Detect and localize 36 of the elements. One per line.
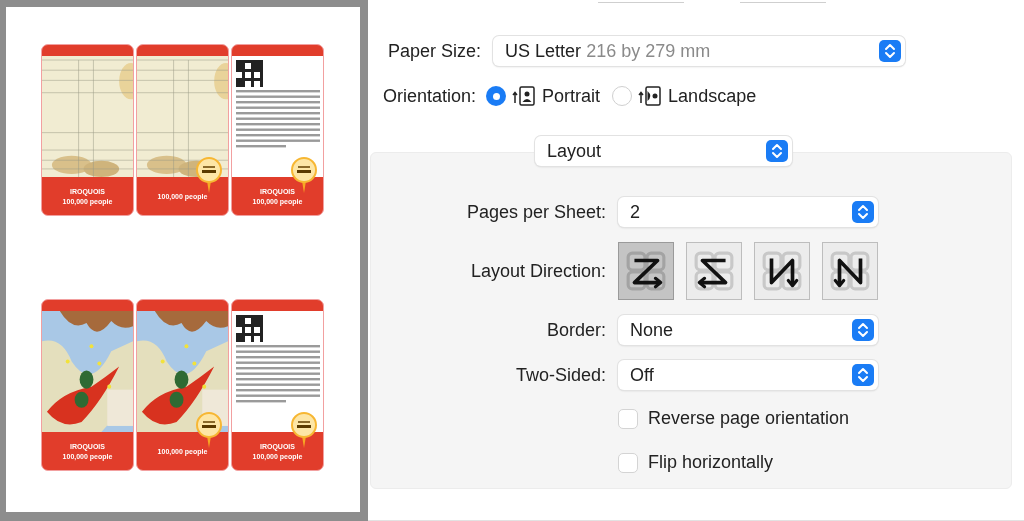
stepper-icon (852, 319, 874, 341)
paper-size-detail: 216 by 279 mm (586, 40, 711, 61)
checkbox[interactable] (618, 452, 638, 473)
layout-direction-icon (625, 250, 667, 292)
border-select[interactable]: None (618, 315, 878, 345)
stepper-icon (852, 201, 874, 223)
layout-direction-button[interactable] (754, 242, 810, 300)
stepper-icon (852, 364, 874, 386)
checkbox[interactable] (618, 408, 638, 429)
two-sided-label: Two-Sided: (514, 363, 606, 387)
radio-button[interactable] (612, 86, 633, 106)
orientation-label: Orientation: (383, 84, 477, 108)
paper-size-label: Paper Size: (388, 39, 482, 63)
portrait-icon (512, 85, 537, 107)
border-label: Border: (545, 318, 606, 342)
paper-size-value: US Letter (505, 40, 582, 61)
checkbox-label: Reverse page orientation (648, 407, 850, 430)
layout-direction-button[interactable] (822, 242, 878, 300)
layout-direction-icon (693, 250, 735, 292)
orientation-option: Portrait (542, 82, 601, 110)
layout-direction-icon (829, 250, 871, 292)
checkbox-label: Flip horizontally (648, 451, 774, 474)
layout-direction-button[interactable] (618, 242, 674, 300)
pages-per-sheet-select[interactable]: 2 (618, 197, 878, 227)
stepper-icon (766, 140, 788, 162)
pages-per-sheet-label: Pages per Sheet: (465, 200, 606, 224)
radio-button[interactable] (486, 86, 507, 106)
landscape-icon (638, 85, 663, 107)
section-select[interactable]: Layout (535, 136, 792, 166)
layout-direction-label: Layout Direction: (469, 259, 606, 283)
two-sided-select[interactable]: Off (618, 360, 878, 390)
layout-direction-icon (761, 250, 803, 292)
orientation-option: Landscape (668, 82, 757, 110)
stepper-icon (879, 40, 902, 62)
layout-direction-button[interactable] (686, 242, 742, 300)
paper-size-select[interactable]: US Letter 216 by 279 mm (493, 36, 906, 66)
